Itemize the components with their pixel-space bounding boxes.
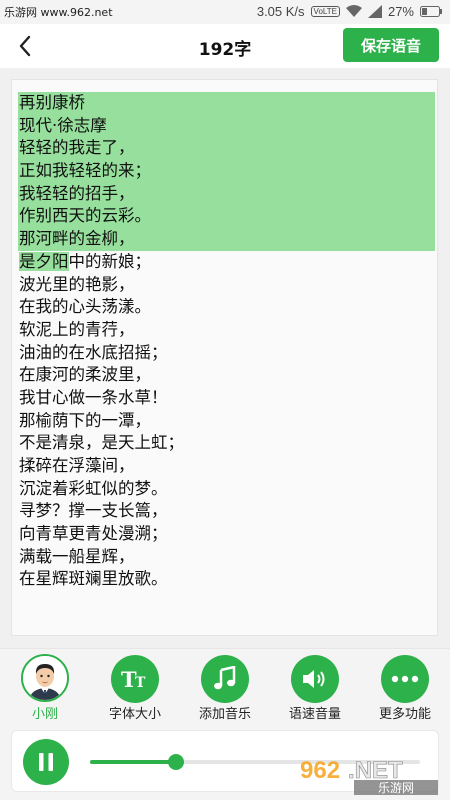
poem-line-rest: 中的新娘； bbox=[68, 251, 152, 271]
battery-icon bbox=[420, 6, 442, 17]
poem-line: 沉淀着彩虹似的梦。 bbox=[19, 478, 168, 498]
poem-lines: 再别康桥 现代·徐志摩 轻轻的我走了， 正如我轻轻的来； 我轻轻的招手， 作别西… bbox=[18, 92, 435, 591]
battery-percent: 27% bbox=[387, 4, 414, 19]
speaker-icon bbox=[291, 655, 339, 703]
poem-line: 波光里的艳影， bbox=[19, 274, 135, 294]
function-toolbar: 小刚 TT 字体大小 添加音乐 语速音量 更多功能 bbox=[0, 648, 450, 723]
tool-label: 添加音乐 bbox=[198, 707, 251, 722]
tool-label: 字体大小 bbox=[108, 707, 161, 722]
font-size-button[interactable]: TT 字体大小 bbox=[90, 649, 180, 723]
pause-icon bbox=[39, 753, 53, 771]
poem-line: 满载一船星辉， bbox=[19, 546, 135, 566]
avatar-icon bbox=[23, 656, 67, 700]
status-icons: 3.05 K/s VoLTE 27% bbox=[257, 4, 442, 19]
poem-line-highlighted-part: 是夕阳 bbox=[19, 251, 69, 271]
svg-text:962: 962 bbox=[300, 757, 340, 784]
poem-line: 在星辉斑斓里放歌。 bbox=[19, 569, 168, 589]
poem-line: 那榆荫下的一潭， bbox=[19, 410, 151, 430]
tool-label: 语速音量 bbox=[288, 707, 341, 722]
poem-line: 揉碎在浮藻间， bbox=[19, 456, 135, 475]
volte-badge: VoLTE bbox=[310, 6, 340, 17]
poem-line: 我甘心做一条水草！ bbox=[19, 387, 168, 407]
poem-line: 软泥上的青荇， bbox=[19, 319, 135, 339]
poem-line: 油油的在水底招摇； bbox=[19, 342, 168, 362]
poem-line: 在我的心头荡漾。 bbox=[19, 297, 151, 317]
poem-line: 轻轻的我走了， bbox=[18, 137, 435, 161]
status-bar: 乐游网 www.962.net 3.05 K/s VoLTE 27% bbox=[0, 0, 450, 24]
voice-selector-button[interactable]: 小刚 bbox=[0, 649, 90, 723]
save-voice-button[interactable]: 保存语音 bbox=[343, 28, 439, 62]
more-functions-button[interactable]: 更多功能 bbox=[360, 649, 450, 723]
music-note-icon bbox=[201, 655, 249, 703]
poem-text-area[interactable]: 再别康桥 现代·徐志摩 轻轻的我走了， 正如我轻轻的来； 我轻轻的招手， 作别西… bbox=[11, 79, 438, 636]
poem-line: 向青草更青处漫溯； bbox=[19, 524, 168, 544]
progress-thumb[interactable] bbox=[167, 754, 184, 770]
avatar bbox=[21, 654, 69, 702]
watermark-logo: 962 .NET 乐游网 bbox=[300, 757, 438, 795]
audio-player: 962 .NET 乐游网 bbox=[0, 722, 450, 800]
more-icon bbox=[381, 655, 429, 703]
tool-label: 小刚 bbox=[31, 707, 58, 722]
poem-line: 在康河的柔波里， bbox=[19, 365, 151, 385]
poem-line: 作别西天的云彩。 bbox=[18, 205, 435, 229]
svg-text:T: T bbox=[135, 675, 146, 691]
network-speed: 3.05 K/s bbox=[256, 4, 305, 19]
add-music-button[interactable]: 添加音乐 bbox=[180, 649, 270, 723]
status-site-text: 乐游网 www.962.net bbox=[4, 6, 113, 19]
pause-button[interactable] bbox=[23, 739, 69, 785]
header: 192字 保存语音 bbox=[0, 24, 450, 68]
poem-line: 现代·徐志摩 bbox=[18, 114, 435, 138]
svg-text:乐游网: 乐游网 bbox=[378, 781, 414, 795]
poem-line: 正如我轻轻的来； bbox=[18, 160, 435, 183]
tool-label: 更多功能 bbox=[378, 707, 431, 722]
svg-text:.NET: .NET bbox=[348, 757, 403, 784]
poem-line-partial: 是夕阳中的新娘； bbox=[18, 251, 430, 274]
poem-line: 再别康桥 bbox=[18, 92, 435, 115]
signal-icon bbox=[367, 5, 382, 18]
poem-line: 寻梦？撑一支长篙， bbox=[19, 501, 168, 521]
poem-line: 我轻轻的招手， bbox=[18, 182, 435, 206]
main-content: 再别康桥 现代·徐志摩 轻轻的我走了， 正如我轻轻的来； 我轻轻的招手， 作别西… bbox=[0, 68, 450, 648]
wifi-icon bbox=[345, 5, 362, 17]
speed-volume-button[interactable]: 语速音量 bbox=[270, 649, 360, 723]
progress-fill bbox=[90, 760, 176, 764]
poem-line: 那河畔的金柳， bbox=[18, 228, 435, 251]
poem-line: 不是清泉，是天上虹； bbox=[19, 433, 184, 453]
font-size-icon: TT bbox=[111, 655, 159, 703]
